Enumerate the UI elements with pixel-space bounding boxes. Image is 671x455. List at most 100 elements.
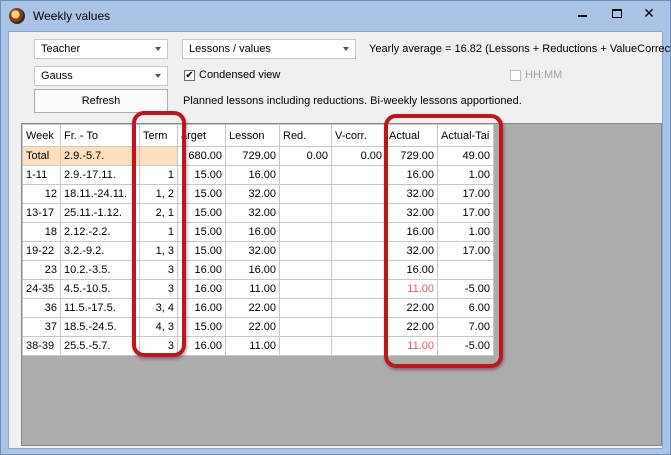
table-row[interactable]: 12 18.11.-24.11. 1, 2 15.00 32.00 32.00 17.00 bbox=[22, 184, 494, 204]
cell-target: 16.00 bbox=[177, 298, 226, 318]
col-header-lesson[interactable]: Lesson bbox=[225, 124, 280, 147]
col-header-range[interactable]: Fr. - To bbox=[60, 124, 140, 147]
col-header-red[interactable]: Red. bbox=[279, 124, 332, 147]
cell-week: 13-17 bbox=[22, 203, 61, 223]
cell-week: 18 bbox=[22, 222, 61, 242]
minimize-icon bbox=[577, 15, 587, 17]
cell-term: 1 bbox=[139, 165, 178, 185]
app-icon bbox=[9, 8, 25, 24]
cell-term bbox=[139, 146, 178, 166]
cell-actual: 729.00 bbox=[385, 146, 438, 166]
cell-actual: 32.00 bbox=[385, 184, 438, 204]
table-row[interactable]: 13-17 25.11.-1.12. 2, 1 15.00 32.00 32.00 17.0… bbox=[22, 203, 494, 223]
cell-target: 16.00 bbox=[177, 260, 226, 280]
col-header-actual[interactable]: Actual bbox=[385, 124, 438, 147]
cell-vcorr bbox=[331, 336, 386, 356]
chevron-down-icon bbox=[343, 47, 349, 51]
cell-target: 16.00 bbox=[177, 336, 226, 356]
cell-vcorr: 0.00 bbox=[331, 146, 386, 166]
title-bar[interactable]: Weekly values ✕ bbox=[1, 1, 670, 31]
cell-range: 18.5.-24.5. bbox=[60, 317, 140, 337]
cell-range: 10.2.-3.5. bbox=[60, 260, 140, 280]
maximize-button[interactable] bbox=[602, 3, 632, 23]
condensed-view-label: Condensed view bbox=[199, 69, 281, 81]
cell-target: 15.00 bbox=[177, 222, 226, 242]
table-row[interactable]: 19-22 3.2.-9.2. 1, 3 15.00 32.00 32.00 17.00 bbox=[22, 241, 494, 261]
cell-target: 15.00 bbox=[177, 184, 226, 204]
cell-lesson: 16.00 bbox=[225, 260, 280, 280]
cell-red bbox=[279, 298, 332, 318]
checkmark-icon: ✔ bbox=[185, 70, 194, 81]
cell-actual-target: -5.00 bbox=[437, 336, 494, 356]
cell-lesson: 22.00 bbox=[225, 298, 280, 318]
cell-actual: 32.00 bbox=[385, 203, 438, 223]
cell-lesson: 22.00 bbox=[225, 317, 280, 337]
cell-actual-target: -5.00 bbox=[437, 279, 494, 299]
view-combo[interactable]: Lessons / values bbox=[182, 39, 356, 59]
cell-range: 2.9.-17.11. bbox=[60, 165, 140, 185]
refresh-button[interactable]: Refresh bbox=[34, 89, 168, 113]
cell-vcorr bbox=[331, 203, 386, 223]
cell-vcorr bbox=[331, 165, 386, 185]
col-header-target[interactable]: arget bbox=[177, 124, 226, 147]
weekly-values-window: Weekly values ✕ Teacher Gauss Refresh Le… bbox=[0, 0, 671, 455]
cell-actual-target: 17.00 bbox=[437, 203, 494, 223]
cell-week: 19-22 bbox=[22, 241, 61, 261]
cell-red bbox=[279, 184, 332, 204]
cell-red bbox=[279, 317, 332, 337]
total-row[interactable]: Total 2.9.-5.7. 680.00 729.00 0.00 0.00 … bbox=[22, 146, 494, 166]
table-row[interactable]: 18 2.12.-2.2. 1 15.00 16.00 16.00 1.00 bbox=[22, 222, 494, 242]
cell-actual: 32.00 bbox=[385, 241, 438, 261]
col-header-vcorr[interactable]: V-corr. bbox=[331, 124, 386, 147]
type-combo[interactable]: Teacher bbox=[34, 39, 168, 59]
cell-term: 3 bbox=[139, 260, 178, 280]
cell-lesson: 32.00 bbox=[225, 241, 280, 261]
cell-red bbox=[279, 203, 332, 223]
col-header-week[interactable]: Week bbox=[22, 124, 61, 147]
yearly-average-text: Yearly average = 16.82 (Lessons + Reduct… bbox=[369, 43, 671, 55]
cell-term: 3 bbox=[139, 279, 178, 299]
cell-red bbox=[279, 279, 332, 299]
col-header-term[interactable]: Term bbox=[139, 124, 178, 147]
cell-range: 11.5.-17.5. bbox=[60, 298, 140, 318]
cell-target: 15.00 bbox=[177, 241, 226, 261]
cell-range: 25.11.-1.12. bbox=[60, 203, 140, 223]
cell-actual: 22.00 bbox=[385, 298, 438, 318]
cell-range: 4.5.-10.5. bbox=[60, 279, 140, 299]
cell-lesson: 32.00 bbox=[225, 203, 280, 223]
condensed-view-checkbox[interactable]: ✔ bbox=[184, 70, 195, 81]
cell-term: 4, 3 bbox=[139, 317, 178, 337]
cell-actual: 22.00 bbox=[385, 317, 438, 337]
hhmm-label: HH:MM bbox=[525, 69, 563, 81]
cell-actual-target: 7.00 bbox=[437, 317, 494, 337]
cell-week: 12 bbox=[22, 184, 61, 204]
cell-red bbox=[279, 336, 332, 356]
cell-actual-target: 17.00 bbox=[437, 241, 494, 261]
cell-target: 16.00 bbox=[177, 279, 226, 299]
cell-vcorr bbox=[331, 184, 386, 204]
minimize-button[interactable] bbox=[567, 3, 597, 23]
element-combo[interactable]: Gauss bbox=[34, 66, 168, 86]
cell-target: 680.00 bbox=[177, 146, 226, 166]
cell-lesson: 16.00 bbox=[225, 165, 280, 185]
cell-term: 3 bbox=[139, 336, 178, 356]
table-row[interactable]: 1-11 2.9.-17.11. 1 15.00 16.00 16.00 1.00 bbox=[22, 165, 494, 185]
view-combo-value: Lessons / values bbox=[189, 43, 271, 55]
weekly-values-grid[interactable]: Week Fr. - To Term arget Lesson Red. V-c… bbox=[21, 123, 662, 446]
client-area: Teacher Gauss Refresh Lessons / values Y… bbox=[8, 31, 671, 449]
cell-week: 24-35 bbox=[22, 279, 61, 299]
table-row[interactable]: 36 11.5.-17.5. 3, 4 16.00 22.00 22.00 6.00 bbox=[22, 298, 494, 318]
info-text: Planned lessons including reductions. Bi… bbox=[183, 95, 522, 107]
col-header-actual-target[interactable]: Actual-Tai bbox=[437, 124, 494, 147]
cell-vcorr bbox=[331, 241, 386, 261]
chevron-down-icon bbox=[155, 47, 161, 51]
table-row[interactable]: 37 18.5.-24.5. 4, 3 15.00 22.00 22.00 7.00 bbox=[22, 317, 494, 337]
values-table: Week Fr. - To Term arget Lesson Red. V-c… bbox=[22, 124, 494, 356]
cell-actual: 16.00 bbox=[385, 165, 438, 185]
table-row[interactable]: 38-39 25.5.-5.7. 3 16.00 11.00 11.00 -5.00 bbox=[22, 336, 494, 356]
close-button[interactable]: ✕ bbox=[631, 3, 667, 23]
table-row[interactable]: 24-35 4.5.-10.5. 3 16.00 11.00 11.00 -5.00 bbox=[22, 279, 494, 299]
cell-range: 2.9.-5.7. bbox=[60, 146, 140, 166]
table-row[interactable]: 23 10.2.-3.5. 3 16.00 16.00 16.00 bbox=[22, 260, 494, 280]
hhmm-checkbox[interactable] bbox=[510, 70, 521, 81]
